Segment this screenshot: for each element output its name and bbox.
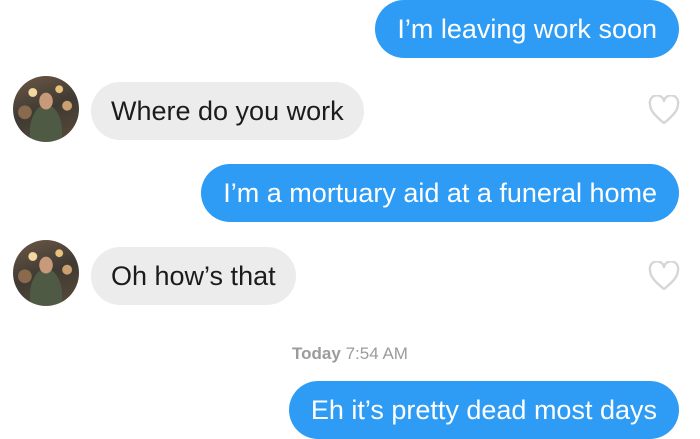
message-timestamp: Today 7:54 AM — [0, 344, 700, 364]
outgoing-message-bubble[interactable]: I’m a mortuary aid at a funeral home — [201, 164, 679, 222]
timestamp-day: Today — [292, 344, 341, 363]
outgoing-message-bubble[interactable]: I’m leaving work soon — [375, 0, 679, 58]
heart-like-icon[interactable] — [648, 261, 680, 291]
incoming-message-bubble[interactable]: Oh how’s that — [91, 247, 296, 305]
incoming-message-bubble[interactable]: Where do you work — [91, 82, 364, 140]
outgoing-message-bubble[interactable]: Eh it’s pretty dead most days — [288, 381, 679, 439]
timestamp-time: 7:54 AM — [345, 344, 408, 363]
match-avatar[interactable] — [13, 76, 79, 142]
chat-thread: I’m leaving work soon Where do you work … — [0, 0, 700, 439]
heart-like-icon[interactable] — [648, 95, 680, 125]
match-avatar[interactable] — [13, 240, 79, 306]
